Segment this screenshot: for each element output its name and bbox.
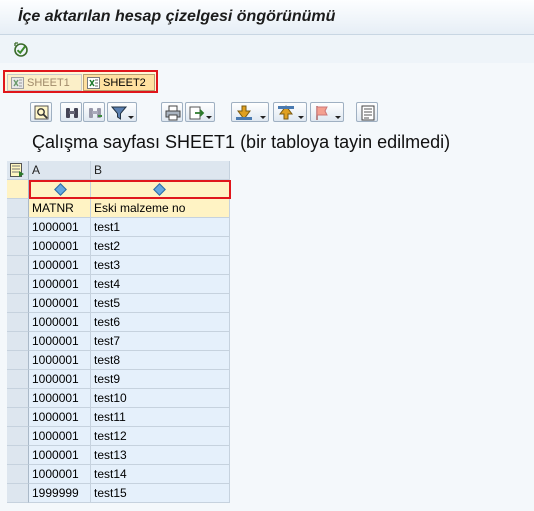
field-name-b: Eski malzeme no bbox=[91, 199, 230, 218]
diamond-icon bbox=[54, 183, 67, 196]
layout-button[interactable] bbox=[356, 102, 378, 122]
cell-old-material-no: test11 bbox=[91, 408, 230, 427]
tab-sheet2[interactable]: SHEET2 bbox=[83, 74, 155, 91]
cell-old-material-no: test15 bbox=[91, 484, 230, 503]
sort-ascending-button[interactable] bbox=[231, 102, 269, 122]
column-header-a[interactable]: A bbox=[29, 161, 91, 180]
sheet-tabs: SHEET1 SHEET2 bbox=[3, 70, 158, 93]
column-b-mapping[interactable] bbox=[91, 180, 230, 199]
cell-old-material-no: test5 bbox=[91, 294, 230, 313]
cell-old-material-no: test13 bbox=[91, 446, 230, 465]
tab-sheet2-label: SHEET2 bbox=[103, 77, 146, 89]
export-icon bbox=[189, 106, 205, 120]
cell-old-material-no: test2 bbox=[91, 237, 230, 256]
select-all-icon[interactable] bbox=[7, 161, 29, 180]
cell-matnr: 1000001 bbox=[29, 275, 91, 294]
export-button[interactable] bbox=[185, 102, 215, 122]
cell-old-material-no: test7 bbox=[91, 332, 230, 351]
filter-button[interactable] bbox=[107, 102, 137, 122]
cell-old-material-no: test4 bbox=[91, 275, 230, 294]
diamond-icon bbox=[153, 183, 166, 196]
details-icon bbox=[34, 105, 49, 120]
row-selector[interactable] bbox=[7, 313, 29, 332]
flag-button[interactable] bbox=[310, 102, 344, 122]
find-next-icon bbox=[89, 108, 102, 118]
sort-descending-icon bbox=[278, 105, 294, 120]
tab-sheet1[interactable]: SHEET1 bbox=[7, 74, 82, 91]
cell-matnr: 1000001 bbox=[29, 256, 91, 275]
row-selector[interactable] bbox=[7, 427, 29, 446]
row-selector[interactable] bbox=[7, 446, 29, 465]
cell-old-material-no: test6 bbox=[91, 313, 230, 332]
cell-matnr: 1000001 bbox=[29, 351, 91, 370]
cell-matnr: 1999999 bbox=[29, 484, 91, 503]
layout-icon bbox=[361, 105, 375, 121]
column-a-mapping[interactable] bbox=[29, 180, 91, 199]
row-selector[interactable] bbox=[7, 256, 29, 275]
flag-icon bbox=[316, 106, 328, 120]
row-selector[interactable] bbox=[7, 408, 29, 427]
cell-matnr: 1000001 bbox=[29, 408, 91, 427]
find-button[interactable] bbox=[60, 102, 82, 122]
row-selector[interactable] bbox=[7, 218, 29, 237]
cell-old-material-no: test9 bbox=[91, 370, 230, 389]
cell-matnr: 1000001 bbox=[29, 237, 91, 256]
print-icon bbox=[165, 105, 181, 121]
tab-sheet1-label: SHEET1 bbox=[27, 77, 70, 89]
find-icon bbox=[66, 108, 78, 118]
grid-toolbar bbox=[30, 102, 380, 124]
cell-old-material-no: test1 bbox=[91, 218, 230, 237]
row-selector[interactable] bbox=[7, 351, 29, 370]
cell-matnr: 1000001 bbox=[29, 427, 91, 446]
sort-descending-button[interactable] bbox=[273, 102, 307, 122]
row-selector[interactable] bbox=[7, 332, 29, 351]
field-name-a: MATNR bbox=[29, 199, 91, 218]
cell-matnr: 1000001 bbox=[29, 294, 91, 313]
cell-matnr: 1000001 bbox=[29, 332, 91, 351]
print-button[interactable] bbox=[161, 102, 183, 122]
cell-matnr: 1000001 bbox=[29, 218, 91, 237]
cell-matnr: 1000001 bbox=[29, 389, 91, 408]
row-selector[interactable] bbox=[7, 389, 29, 408]
cell-old-material-no: test8 bbox=[91, 351, 230, 370]
row-selector[interactable] bbox=[7, 465, 29, 484]
row-selector[interactable] bbox=[7, 275, 29, 294]
row-selector[interactable] bbox=[7, 199, 29, 218]
cell-old-material-no: test14 bbox=[91, 465, 230, 484]
details-button[interactable] bbox=[30, 102, 52, 122]
cell-old-material-no: test10 bbox=[91, 389, 230, 408]
cell-old-material-no: test12 bbox=[91, 427, 230, 446]
column-header-b[interactable]: B bbox=[91, 161, 230, 180]
row-selector[interactable] bbox=[7, 180, 29, 199]
execute-icon[interactable] bbox=[12, 41, 30, 59]
find-next-button[interactable] bbox=[83, 102, 105, 122]
application-toolbar bbox=[0, 35, 534, 63]
row-selector[interactable] bbox=[7, 370, 29, 389]
cell-matnr: 1000001 bbox=[29, 446, 91, 465]
title-bar: İçe aktarılan hesap çizelgesi öngörünümü bbox=[0, 0, 534, 35]
row-selector[interactable] bbox=[7, 237, 29, 256]
filter-icon bbox=[111, 106, 127, 120]
excel-sheet-icon bbox=[11, 77, 24, 89]
cell-matnr: 1000001 bbox=[29, 313, 91, 332]
cell-matnr: 1000001 bbox=[29, 370, 91, 389]
cell-matnr: 1000001 bbox=[29, 465, 91, 484]
row-selector[interactable] bbox=[7, 484, 29, 503]
excel-sheet-icon bbox=[87, 77, 100, 89]
cell-old-material-no: test3 bbox=[91, 256, 230, 275]
sort-ascending-icon bbox=[236, 105, 252, 120]
sheet-title: Çalışma sayfası SHEET1 (bir tabloya tayi… bbox=[32, 132, 451, 152]
row-selector[interactable] bbox=[7, 294, 29, 313]
window-title: İçe aktarılan hesap çizelgesi öngörünümü bbox=[18, 8, 336, 25]
